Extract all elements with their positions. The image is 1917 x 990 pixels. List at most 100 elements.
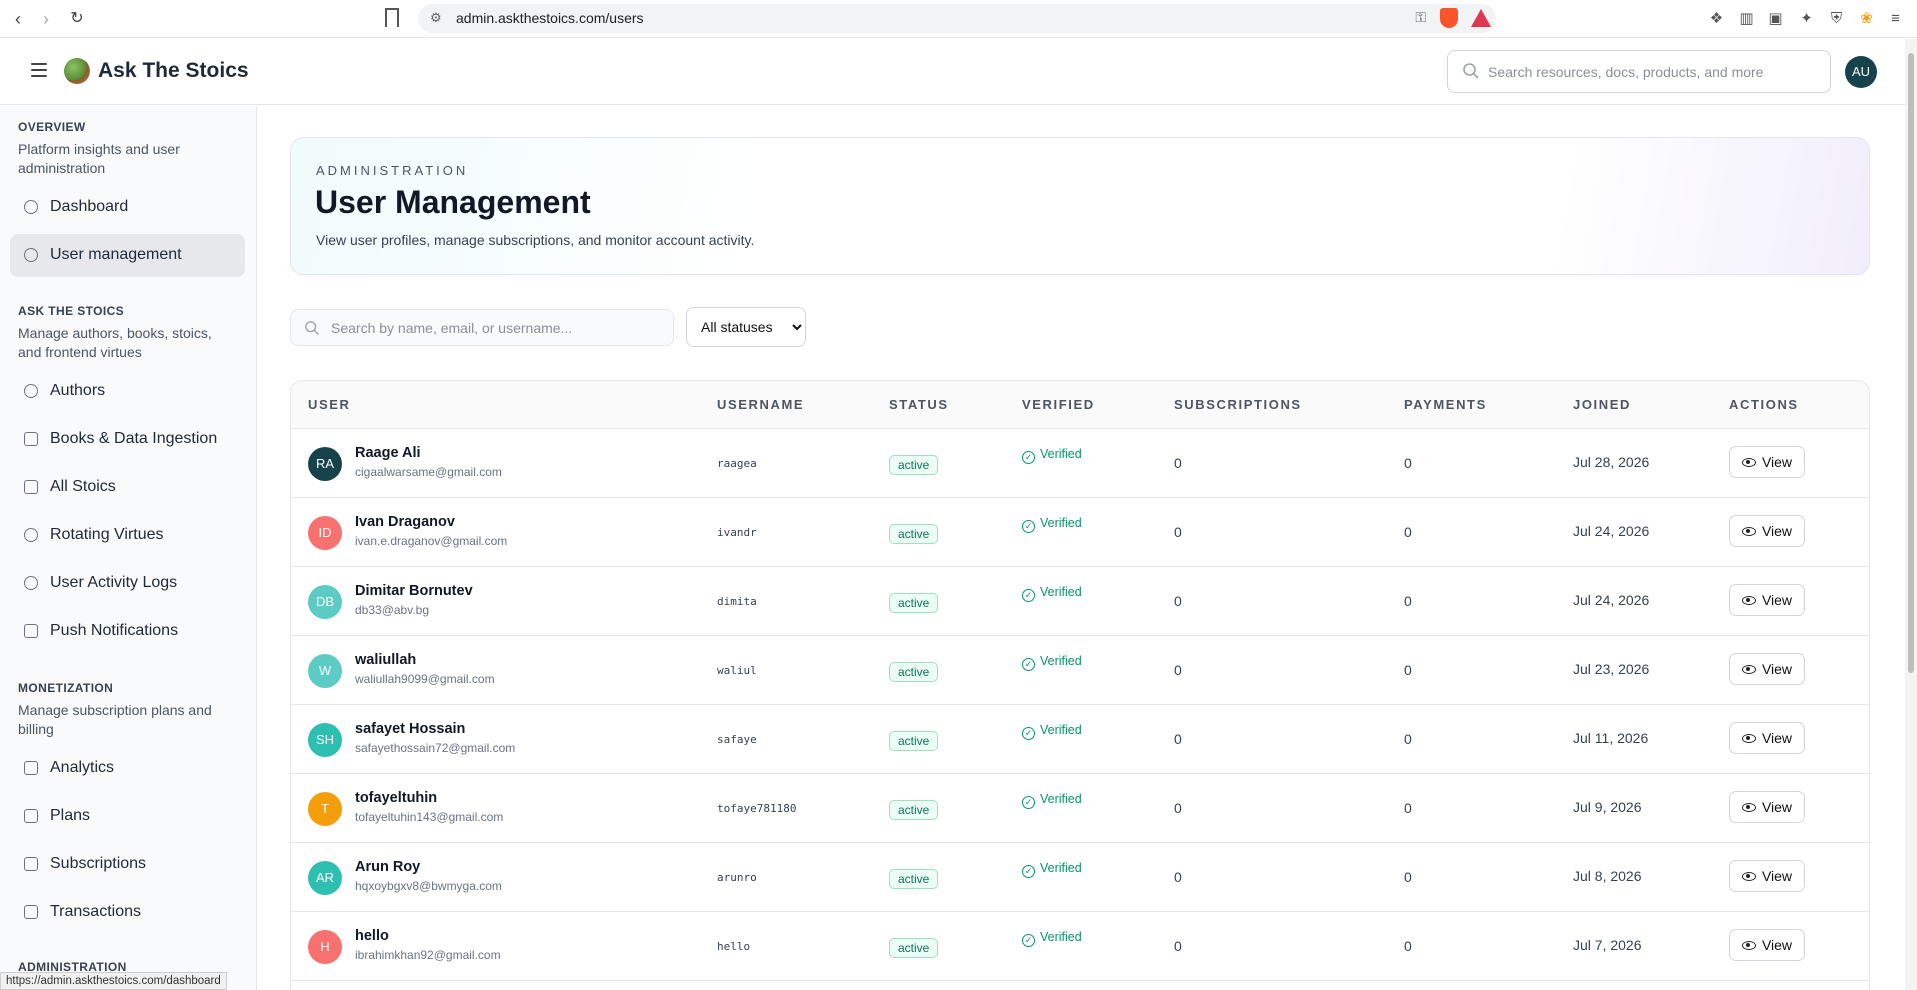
- view-label: View: [1761, 523, 1793, 539]
- hamburger-menu-icon[interactable]: [31, 63, 47, 77]
- subscriptions-count: 0: [1174, 731, 1182, 747]
- user-avatar[interactable]: AU: [1845, 56, 1877, 88]
- column-header-status: STATUS: [889, 397, 949, 412]
- view-user-button[interactable]: View: [1729, 791, 1805, 823]
- status-badge: active: [889, 662, 939, 682]
- verified-indicator: ✓ Verified: [1022, 930, 1082, 947]
- sidebar-section-monetization: MONETIZATION: [18, 681, 114, 695]
- user-name: tofayeltuhin: [355, 790, 438, 806]
- table-row: H hello ibrahimkhan92@gmail.com hello ac…: [291, 912, 1869, 981]
- sidebar-item-push-notifications[interactable]: Push Notifications: [10, 610, 245, 653]
- sidebar-item-label: Authors: [50, 382, 106, 399]
- view-label: View: [1761, 661, 1793, 677]
- user-name: safayet Hossain: [355, 721, 466, 737]
- user-email: cigaalwarsame@gmail.com: [355, 465, 502, 479]
- sidebar-item-activity-logs[interactable]: User Activity Logs: [10, 562, 245, 605]
- subscriptions-count: 0: [1174, 593, 1182, 609]
- subscriptions-count: 0: [1174, 869, 1182, 885]
- sidebar-item-analytics[interactable]: Analytics: [10, 747, 245, 790]
- sidebar: OVERVIEW Platform insights and user admi…: [0, 106, 257, 990]
- payments-count: 0: [1404, 938, 1412, 954]
- global-search[interactable]: [1447, 50, 1831, 93]
- payments-count: 0: [1404, 593, 1412, 609]
- key-icon[interactable]: ⚿: [1415, 9, 1426, 26]
- profile-extension-icon[interactable]: ❀: [1857, 9, 1876, 28]
- extensions-icon[interactable]: ❖: [1707, 9, 1726, 28]
- verified-label: Verified: [1040, 654, 1082, 668]
- view-user-button[interactable]: View: [1729, 446, 1805, 478]
- sidebar-item-authors[interactable]: Authors: [10, 370, 245, 413]
- verified-label: Verified: [1040, 447, 1082, 461]
- view-user-button[interactable]: View: [1729, 929, 1805, 961]
- sidebar-item-label: Subscriptions: [50, 855, 147, 872]
- back-icon[interactable]: ‹: [7, 8, 29, 30]
- view-label: View: [1761, 592, 1793, 608]
- sidebar-item-plans[interactable]: Plans: [10, 795, 245, 838]
- brand-name[interactable]: Ask The Stoics: [98, 59, 249, 83]
- user-username: tofaye781180: [717, 802, 797, 815]
- sidebar-section-stoics: ASK THE STOICS: [18, 304, 125, 318]
- status-badge: active: [889, 593, 939, 613]
- gear-icon: [24, 200, 38, 214]
- verified-indicator: ✓ Verified: [1022, 516, 1082, 533]
- status-filter-select[interactable]: All statuses: [686, 307, 806, 347]
- browser-menu-icon[interactable]: ≡: [1886, 9, 1905, 28]
- page-scrollbar[interactable]: [1905, 39, 1917, 990]
- user-name: Raage Ali: [355, 445, 421, 461]
- sidebar-section-monetization-desc: Manage subscription plans and billing: [18, 702, 212, 737]
- user-name: waliullah: [355, 652, 417, 668]
- sidebar-item-transactions[interactable]: Transactions: [10, 891, 245, 934]
- bookmark-icon[interactable]: [385, 8, 399, 27]
- clock-icon: [24, 576, 38, 590]
- sidebar-item-books[interactable]: Books & Data Ingestion: [10, 418, 245, 461]
- status-bar-url: https://admin.askthestoics.com/dashboard: [0, 972, 227, 990]
- receipt-icon: [24, 905, 38, 919]
- joined-date: Jul 8, 2026: [1573, 868, 1642, 884]
- user-search[interactable]: [290, 309, 674, 346]
- check-circle-icon: ✓: [1022, 658, 1035, 671]
- view-label: View: [1761, 730, 1793, 746]
- view-user-button[interactable]: View: [1729, 515, 1805, 547]
- app-header: Ask The Stoics AU: [0, 39, 1905, 105]
- status-badge: active: [889, 524, 939, 544]
- sidebar-item-subscriptions[interactable]: Subscriptions: [10, 843, 245, 886]
- scrollbar-thumb[interactable]: [1908, 53, 1914, 673]
- view-user-button[interactable]: View: [1729, 584, 1805, 616]
- page-hero: ADMINISTRATION User Management View user…: [290, 137, 1870, 275]
- forward-icon[interactable]: ›: [35, 8, 57, 30]
- sidebar-item-rotating-virtues[interactable]: Rotating Virtues: [10, 514, 245, 557]
- view-user-button[interactable]: View: [1729, 722, 1805, 754]
- user-username: raagea: [717, 457, 757, 470]
- subscriptions-count: 0: [1174, 455, 1182, 471]
- sidebar-toggle-icon[interactable]: ▥: [1737, 9, 1756, 28]
- brand-logo[interactable]: [64, 58, 90, 84]
- leo-ai-icon[interactable]: ✦: [1797, 9, 1816, 28]
- payments-count: 0: [1404, 455, 1412, 471]
- global-search-input[interactable]: [1488, 61, 1818, 83]
- verified-label: Verified: [1040, 516, 1082, 530]
- status-badge: active: [889, 455, 939, 475]
- check-circle-icon: ✓: [1022, 589, 1035, 602]
- sidebar-item-user-management[interactable]: User management: [10, 234, 245, 277]
- joined-date: Jul 11, 2026: [1573, 730, 1649, 746]
- reload-icon[interactable]: ↻: [66, 8, 88, 30]
- joined-date: Jul 24, 2026: [1573, 592, 1650, 608]
- site-settings-icon[interactable]: ⚙: [430, 10, 442, 26]
- user-email: ibrahimkhan92@gmail.com: [355, 948, 501, 962]
- view-user-button[interactable]: View: [1729, 860, 1805, 892]
- wallet-icon[interactable]: ▣: [1766, 9, 1785, 28]
- brave-rewards-icon[interactable]: [1471, 9, 1491, 27]
- address-bar[interactable]: ⚙ admin.askthestoics.com/users ⚿: [418, 4, 1496, 33]
- brave-shields-icon[interactable]: [1440, 8, 1458, 28]
- vpn-icon[interactable]: ⛨: [1827, 9, 1846, 28]
- table-row: T tofayeltuhin tofayeltuhin143@gmail.com…: [291, 774, 1869, 843]
- eye-icon: [1741, 596, 1756, 605]
- search-icon: [1463, 63, 1479, 79]
- sidebar-item-all-stoics[interactable]: All Stoics: [10, 466, 245, 509]
- sidebar-item-dashboard[interactable]: Dashboard: [10, 186, 245, 229]
- browser-toolbar: ‹ › ↻ ⚙ admin.askthestoics.com/users ⚿ ❖…: [0, 0, 1917, 38]
- user-search-input[interactable]: [331, 318, 661, 338]
- user-name: Arun Roy: [355, 859, 421, 875]
- view-user-button[interactable]: View: [1729, 653, 1805, 685]
- user-avatar: H: [308, 930, 342, 964]
